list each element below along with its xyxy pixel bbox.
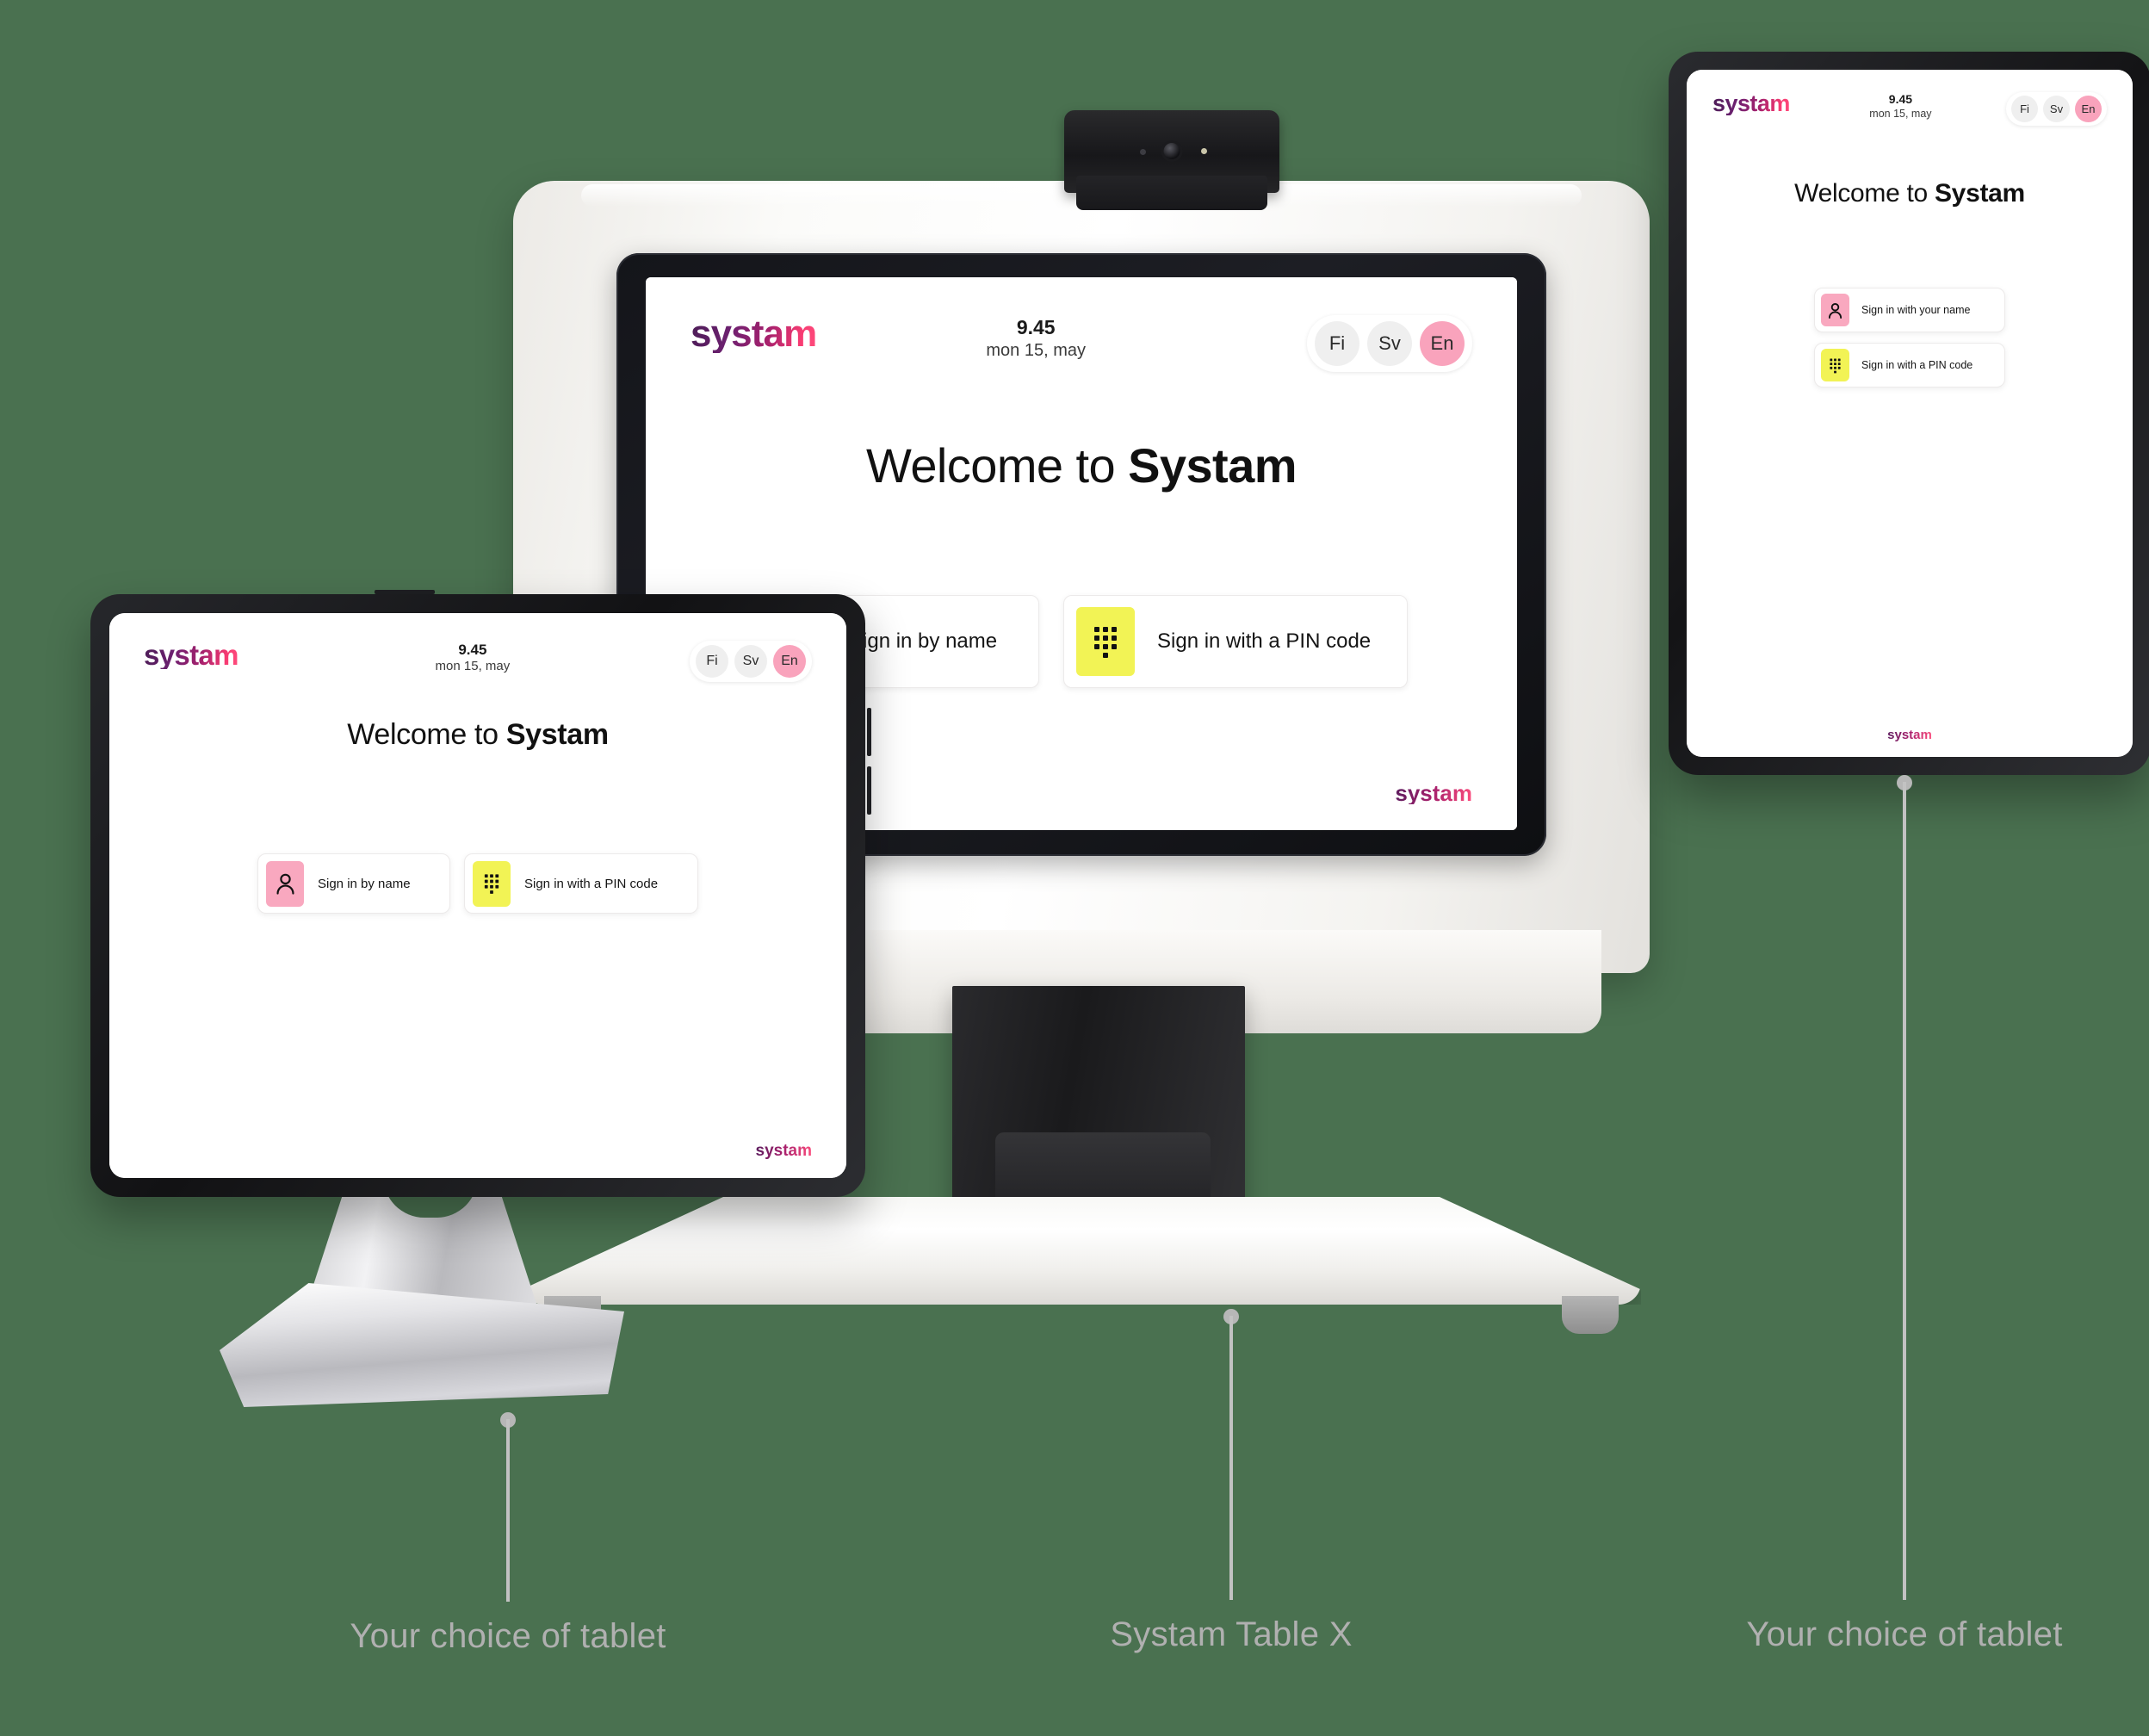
sign-in-by-name-label: Sign in by name xyxy=(318,876,411,891)
kiosk-foot-right xyxy=(1562,1296,1619,1334)
sign-in-pin-button[interactable]: Sign in with a PIN code xyxy=(1814,343,2005,388)
sign-in-by-name-button[interactable]: Sign in by name xyxy=(257,853,450,914)
webcam-indicator-led xyxy=(1201,148,1207,154)
keypad-icon xyxy=(473,860,511,907)
clock-date: mon 15, may xyxy=(435,659,511,674)
language-option-fi[interactable]: Fi xyxy=(1315,321,1359,366)
tablet-left-volume-up-button[interactable] xyxy=(867,708,871,756)
brand-logo: systam xyxy=(144,639,238,671)
language-option-sv[interactable]: Sv xyxy=(1367,321,1412,366)
kiosk-base-plate xyxy=(522,1197,1641,1334)
callout-caption-tablet-left: Your choice of tablet xyxy=(350,1617,666,1655)
language-option-en[interactable]: En xyxy=(2075,96,2102,122)
tablet-left-volume-down-button[interactable] xyxy=(867,766,871,815)
sign-in-pin-button[interactable]: Sign in with a PIN code xyxy=(1063,595,1408,688)
callout-caption-kiosk: Systam Table X xyxy=(1110,1615,1353,1653)
language-option-sv[interactable]: Sv xyxy=(734,645,767,678)
tablet-right-app-screen: systam 9.45 mon 15, may Fi Sv En Welcome… xyxy=(1687,70,2133,757)
page-title-brand: Systam xyxy=(1934,179,2025,208)
language-option-en[interactable]: En xyxy=(1420,321,1465,366)
tablet-stand-left xyxy=(220,1176,624,1412)
page-title-prefix: Welcome to xyxy=(347,718,506,751)
footer-brand-logo: systam xyxy=(1887,728,1932,742)
webcam-module-icon xyxy=(1064,110,1279,210)
tablet-right-header: systam 9.45 mon 15, may Fi Sv En xyxy=(1712,92,2107,126)
callout-caption-tablet-right: Your choice of tablet xyxy=(1746,1615,2063,1653)
sign-in-by-name-button[interactable]: Sign in with your name xyxy=(1814,288,2005,332)
tablet-left-screen[interactable]: systam 9.45 mon 15, may Fi Sv En Welcome… xyxy=(109,613,846,1178)
device-showcase-scene: systam 9.45 mon 15, may Fi Sv En Welcome xyxy=(0,0,2149,1736)
brand-logo: systam xyxy=(1712,90,1790,116)
webcam-lens-icon xyxy=(1163,143,1180,159)
footer-brand-logo: systam xyxy=(755,1142,813,1160)
tablet-right-screen[interactable]: systam 9.45 mon 15, may Fi Sv En Welcome… xyxy=(1687,70,2133,757)
webcam-sensor-left xyxy=(1140,149,1146,155)
page-title-prefix: Welcome to xyxy=(866,438,1129,493)
callout-line xyxy=(1903,782,1906,1600)
sign-in-options: Sign in with your name Sign in with a PI… xyxy=(1814,288,2005,388)
keypad-icon xyxy=(1076,607,1135,676)
clock-widget: 9.45 mon 15, may xyxy=(436,641,511,675)
keypad-icon xyxy=(1821,349,1849,381)
callout-line xyxy=(1229,1316,1233,1600)
language-option-fi[interactable]: Fi xyxy=(2011,96,2038,122)
language-option-en[interactable]: En xyxy=(772,645,806,678)
sign-in-pin-button[interactable]: Sign in with a PIN code xyxy=(464,853,698,914)
page-title: Welcome to Systam xyxy=(1712,179,2107,208)
sign-in-options: Sign in by name Sign in with a PIN code xyxy=(257,853,698,914)
tablet-left: systam 9.45 mon 15, may Fi Sv En Welcome… xyxy=(90,590,871,1197)
callout-line xyxy=(506,1419,510,1602)
footer-brand-logo: systam xyxy=(1395,780,1472,806)
sign-in-pin-label: Sign in with a PIN code xyxy=(1861,359,1973,371)
webcam-mount-lip xyxy=(1076,176,1267,210)
tablet-right: systam 9.45 mon 15, may Fi Sv En Welcome… xyxy=(1669,52,2149,775)
page-title: Welcome to Systam xyxy=(691,437,1472,493)
clock-time: 9.45 xyxy=(458,642,487,658)
sign-in-by-name-label: Sign in with your name xyxy=(1861,304,1971,316)
language-switcher[interactable]: Fi Sv En xyxy=(2006,92,2107,126)
kiosk-header: systam 9.45 mon 15, may Fi Sv En xyxy=(691,315,1472,372)
sign-in-pin-label: Sign in with a PIN code xyxy=(1157,629,1372,653)
language-switcher[interactable]: Fi Sv En xyxy=(1307,315,1472,372)
sign-in-pin-label: Sign in with a PIN code xyxy=(524,876,659,891)
sign-in-by-name-label: Sign in by name xyxy=(849,629,998,653)
tablet-left-header: systam 9.45 mon 15, may Fi Sv En xyxy=(144,641,812,682)
brand-logo: systam xyxy=(691,313,817,355)
language-switcher[interactable]: Fi Sv En xyxy=(689,641,812,682)
language-option-fi[interactable]: Fi xyxy=(695,645,728,678)
person-icon xyxy=(1821,294,1849,326)
tablet-left-footer: systam xyxy=(144,1142,813,1160)
language-option-sv[interactable]: Sv xyxy=(2043,96,2070,122)
tablet-left-app-screen: systam 9.45 mon 15, may Fi Sv En Welcome… xyxy=(109,613,846,1178)
clock-date: mon 15, may xyxy=(986,340,1086,360)
kiosk-base-surface xyxy=(522,1197,1641,1305)
tablet-right-footer: systam xyxy=(1712,728,2107,741)
tablet-left-power-button[interactable] xyxy=(375,590,435,594)
clock-time: 9.45 xyxy=(1016,316,1056,338)
page-title: Welcome to Systam xyxy=(144,718,812,752)
clock-date: mon 15, may xyxy=(1869,107,1932,120)
clock-time: 9.45 xyxy=(1888,92,1913,106)
clock-widget: 9.45 mon 15, may xyxy=(986,315,1086,362)
person-icon xyxy=(266,860,304,907)
page-title-brand: Systam xyxy=(1128,438,1297,493)
page-title-brand: Systam xyxy=(505,718,609,751)
tablet-stand-foot xyxy=(220,1283,624,1407)
clock-widget: 9.45 mon 15, may xyxy=(1869,92,1931,121)
page-title-prefix: Welcome to xyxy=(1794,179,1935,208)
